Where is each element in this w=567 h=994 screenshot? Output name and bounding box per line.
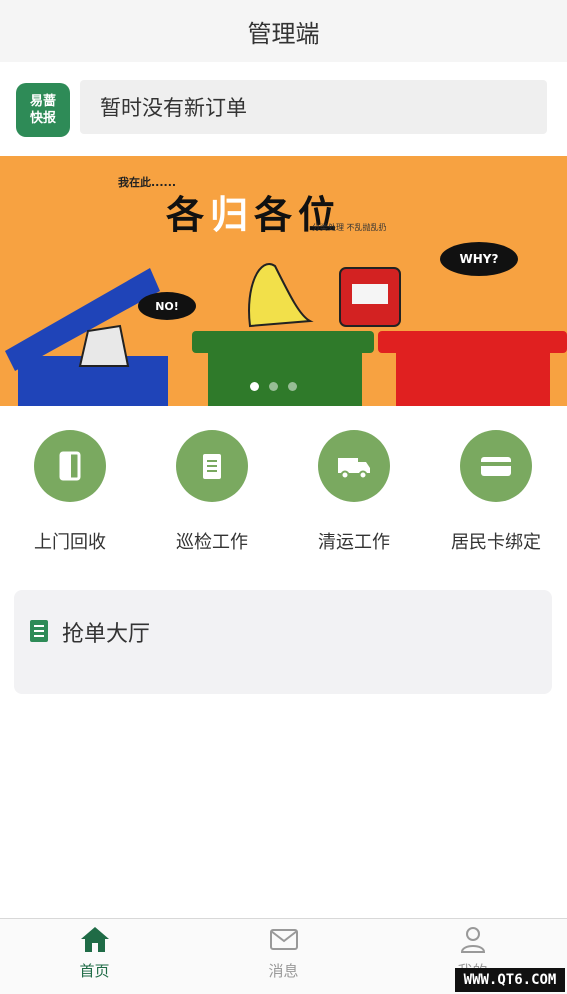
- speech-bubble-no: NO!: [138, 292, 196, 320]
- menu-item-resident-card[interactable]: 居民卡绑定: [436, 430, 556, 560]
- function-menu: 上门回收 巡检工作 清运工作 居民卡绑定: [0, 406, 567, 570]
- carousel-dots: [250, 382, 297, 391]
- notice-text: 暂时没有新订单: [100, 96, 247, 120]
- tab-home[interactable]: 首页: [0, 919, 189, 994]
- order-hall-title: 抢单大厅: [62, 622, 151, 647]
- door-icon: [34, 430, 106, 502]
- notice-box[interactable]: 暂时没有新订单: [80, 80, 547, 134]
- headline-accent: 归: [210, 193, 255, 237]
- banana-character: [248, 263, 314, 328]
- menu-label: 居民卡绑定: [451, 532, 541, 553]
- red-bin-lid: [378, 331, 567, 353]
- menu-label: 巡检工作: [176, 532, 248, 553]
- tab-label: 首页: [79, 962, 110, 980]
- user-icon: [460, 927, 485, 953]
- menu-item-transport[interactable]: 清运工作: [294, 430, 414, 560]
- carousel-dot[interactable]: [288, 382, 297, 391]
- document-icon: [30, 620, 48, 642]
- logo-line-1: 易蔷: [29, 94, 56, 109]
- carousel-dot[interactable]: [250, 382, 259, 391]
- menu-label: 上门回收: [34, 532, 106, 553]
- green-bin-lid: [192, 331, 374, 353]
- headline-part-1: 各: [166, 193, 211, 237]
- home-icon: [80, 927, 109, 952]
- news-logo-icon: 易蔷 快报: [16, 83, 70, 137]
- watermark: WWW.QT6.COM: [455, 968, 565, 992]
- mail-icon: [269, 929, 298, 950]
- app-screen: 管理端 易蔷 快报 暂时没有新订单 我在此...... 各归各位 分类处理 不乱…: [0, 0, 567, 994]
- tab-messages[interactable]: 消息: [189, 919, 378, 994]
- can-label: [352, 284, 388, 304]
- order-hall-card[interactable]: 抢单大厅: [14, 590, 552, 694]
- truck-icon: [318, 430, 390, 502]
- banner-carousel[interactable]: 我在此...... 各归各位 分类处理 不乱抛乱扔 NO! WHY?: [0, 156, 567, 406]
- red-bin: [396, 353, 550, 406]
- carousel-dot[interactable]: [269, 382, 278, 391]
- menu-item-inspection[interactable]: 巡检工作: [152, 430, 272, 560]
- notice-row: 易蔷 快报 暂时没有新订单: [0, 62, 567, 156]
- card-icon: [460, 430, 532, 502]
- menu-item-door-recycle[interactable]: 上门回收: [10, 430, 130, 560]
- menu-label: 清运工作: [318, 532, 390, 553]
- top-bar: 管理端: [0, 0, 567, 62]
- green-bin: [208, 353, 362, 406]
- banner-tagline: 分类处理 不乱抛乱扔: [312, 223, 387, 232]
- cup-character: [78, 324, 130, 367]
- clipboard-icon: [176, 430, 248, 502]
- logo-line-2: 快报: [29, 111, 56, 126]
- page-title: 管理端: [247, 19, 320, 48]
- tab-label: 消息: [268, 962, 299, 980]
- speech-bubble-why: WHY?: [440, 242, 518, 276]
